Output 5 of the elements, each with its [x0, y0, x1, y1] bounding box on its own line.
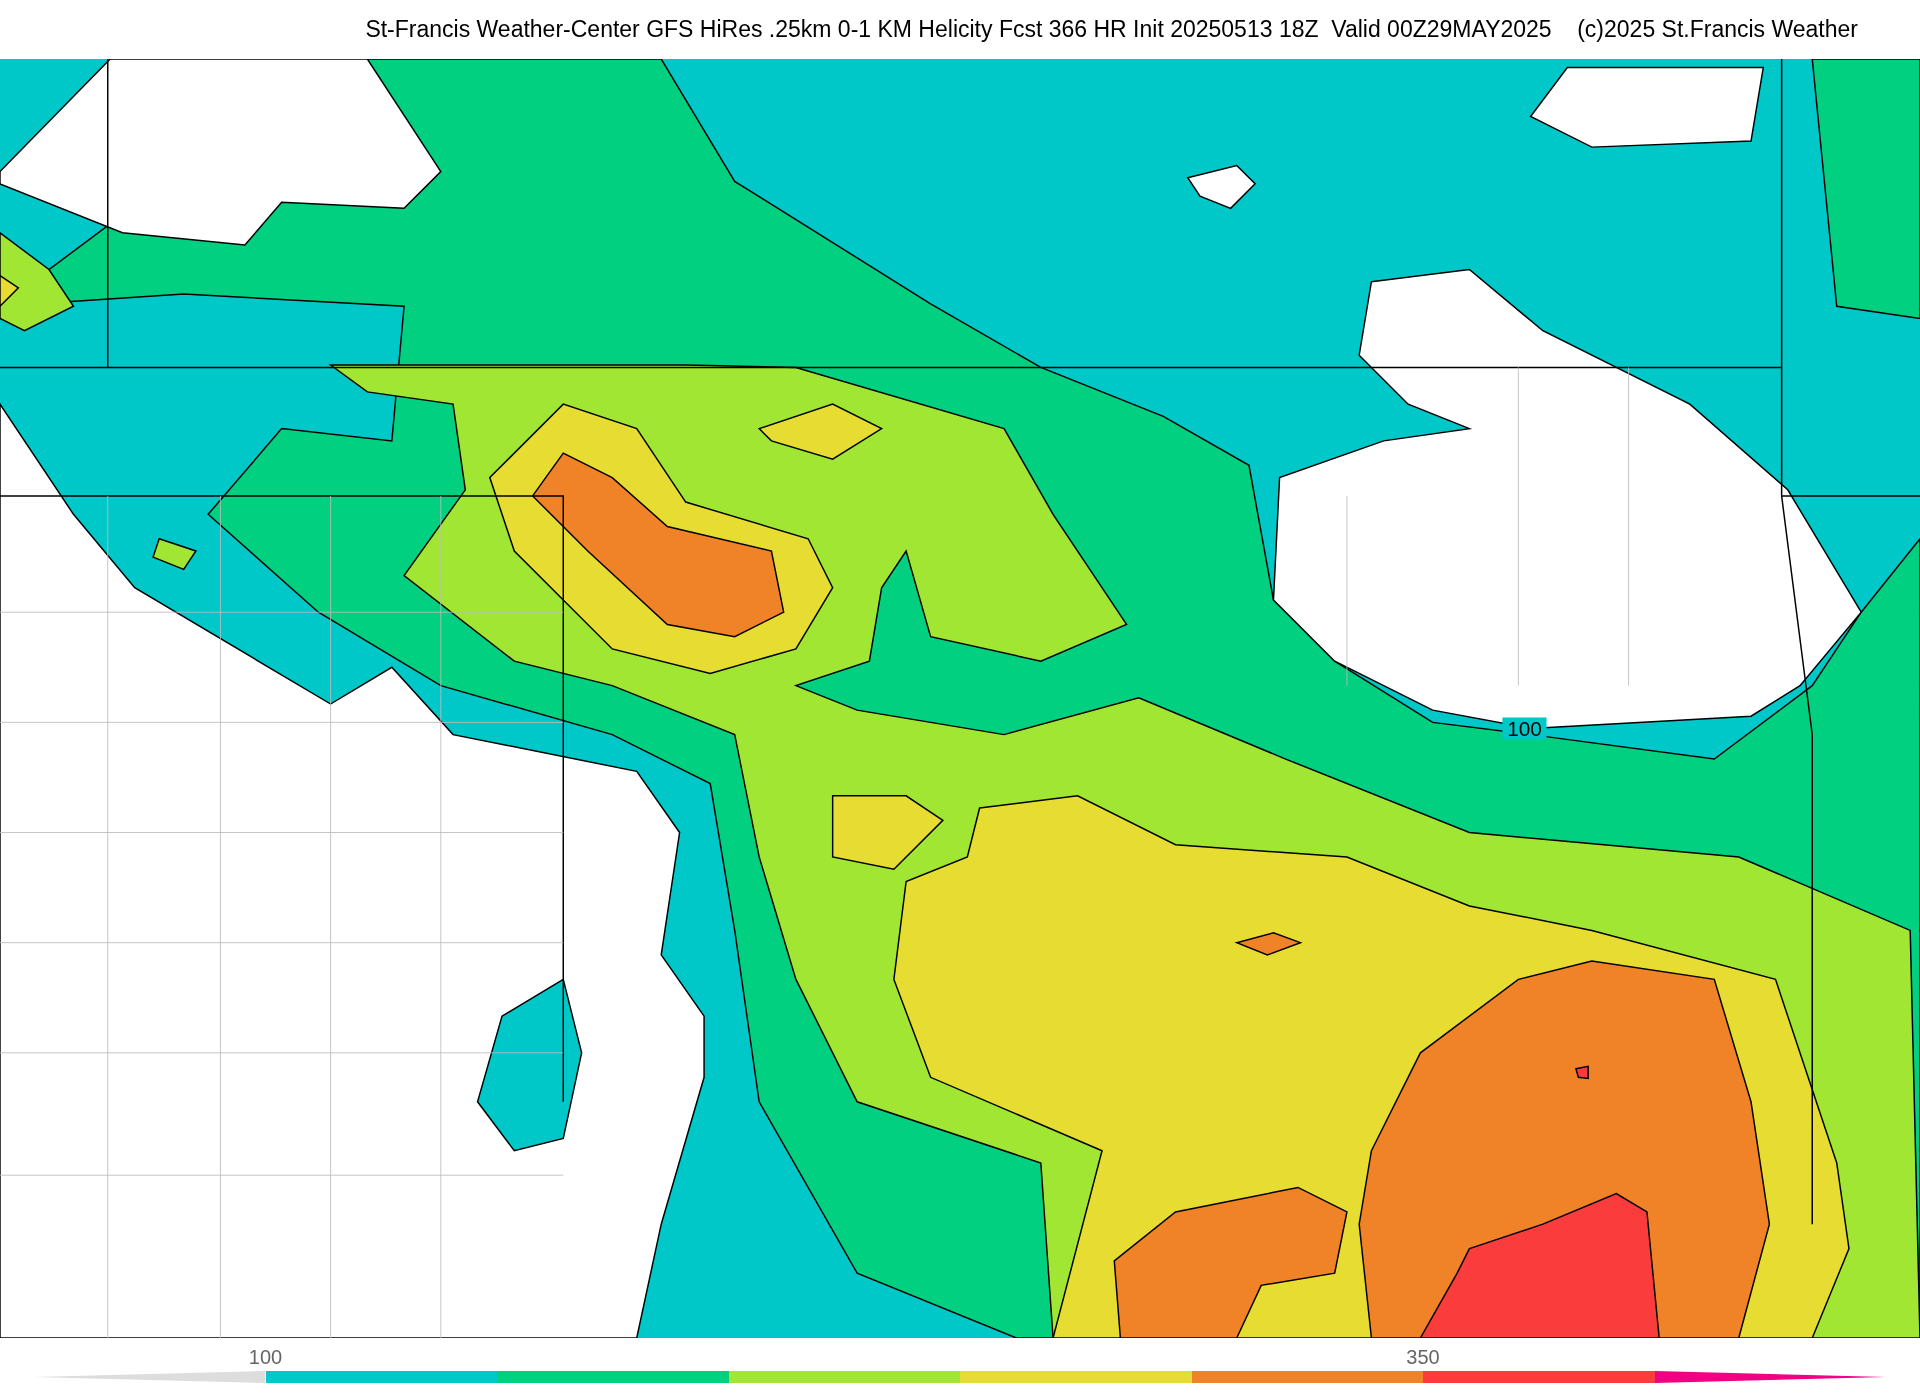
map-title: St-Francis Weather-Center GFS HiRes .25km 0-1 KM Helicity Fcst 366 HR Init 20250513 18Z Valid 00Z29MAY2025 (c)2025 St.Francis Weather — [365, 15, 1858, 45]
contour-region — [1186, 164, 1257, 210]
contour-label: 100 — [1507, 716, 1542, 740]
colorbar-tick-label: 350 — [1406, 1345, 1440, 1370]
colorbar-tick-label: 100 — [248, 1345, 283, 1370]
